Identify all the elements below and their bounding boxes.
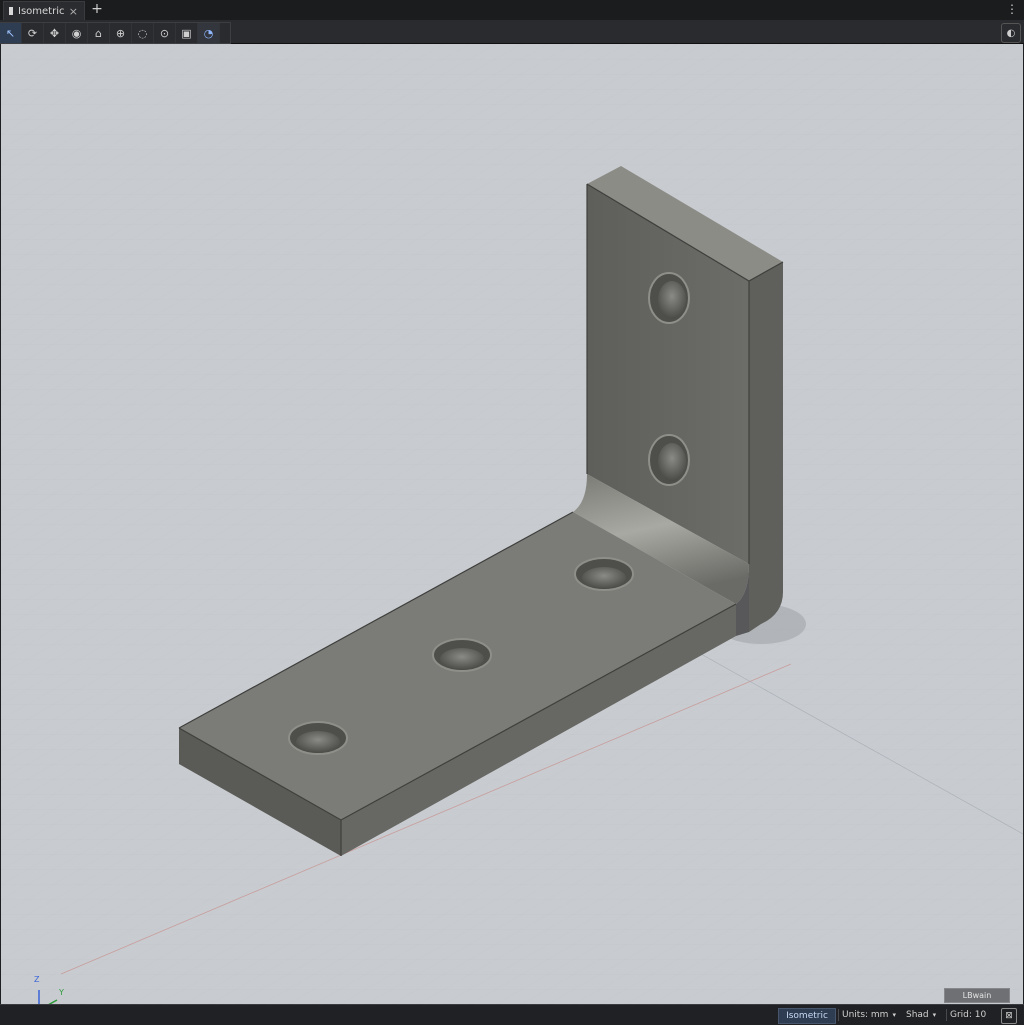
3d-viewport[interactable]: Z Y X (1, 44, 1023, 1004)
pan-tool-icon[interactable]: ✥ (44, 23, 66, 43)
view-mode-indicator[interactable]: Isometric (778, 1008, 836, 1024)
status-bar: Isometric Units: mm ▾ Shad ▾ Grid: 10 ⊠ (0, 1004, 1024, 1025)
vertical-plate-side (749, 262, 783, 632)
document-icon (9, 7, 13, 15)
units-label: Units: mm (842, 1010, 889, 1020)
hole-vertical-1-bore (658, 281, 686, 319)
rotate-tool-icon[interactable]: ⟳ (22, 23, 44, 43)
zoom-fit-icon[interactable]: ⊙ (154, 23, 176, 43)
ground-grid (1, 44, 1023, 1004)
hole-horizontal-1-bore (582, 567, 626, 589)
chevron-down-icon: ▾ (892, 1011, 896, 1019)
close-icon[interactable]: × (69, 5, 78, 18)
shading-selector[interactable]: Shad ▾ (906, 1008, 946, 1022)
tab-label: Isometric (18, 5, 65, 17)
hole-vertical-2-bore (658, 443, 686, 481)
more-menu-icon[interactable]: ⋮ (1006, 1, 1018, 17)
look-tool-icon[interactable]: ◉ (66, 23, 88, 43)
units-selector[interactable]: Units: mm ▾ (842, 1008, 900, 1022)
view-toolbar: ↖ ⟳ ✥ ◉ ⌂ ⊕ ◌ ⊙ ▣ ◔ ◐ (0, 21, 1024, 44)
hole-horizontal-2-bore (440, 648, 484, 670)
lock-tool-icon[interactable]: ⌂ (88, 23, 110, 43)
shading-label: Shad (906, 1010, 929, 1020)
view-tools-group: ↖ ⟳ ✥ ◉ ⌂ ⊕ ◌ ⊙ ▣ ◔ (0, 22, 231, 44)
hole-horizontal-3-bore (296, 731, 340, 753)
tab-isometric[interactable]: Isometric × (3, 1, 85, 20)
zoom-window-icon[interactable]: ◌ (132, 23, 154, 43)
triad-y-label: Y (59, 988, 64, 997)
triad-z-label: Z (34, 975, 40, 984)
zoom-tool-icon[interactable]: ⊕ (110, 23, 132, 43)
grid-size-label[interactable]: Grid: 10 (950, 1008, 990, 1022)
viewport-canvas (1, 44, 1023, 1004)
display-settings-button[interactable]: ◐ (1001, 23, 1021, 43)
grid-toggle-icon[interactable]: ⊠ (1001, 1008, 1017, 1024)
viewport-overlay-label: LBwain (944, 988, 1010, 1003)
tab-bar: Isometric × + ⋮ (0, 0, 1024, 21)
axis-triad: Z Y X (29, 972, 79, 1004)
select-tool-icon[interactable]: ↖ (0, 23, 22, 43)
chevron-down-icon: ▾ (932, 1011, 937, 1019)
new-tab-button[interactable]: + (91, 1, 103, 17)
visual-style-icon[interactable]: ▣ (176, 23, 198, 43)
orbit-icon[interactable]: ◔ (198, 23, 220, 43)
status-divider (946, 1009, 947, 1021)
status-divider (838, 1009, 839, 1021)
